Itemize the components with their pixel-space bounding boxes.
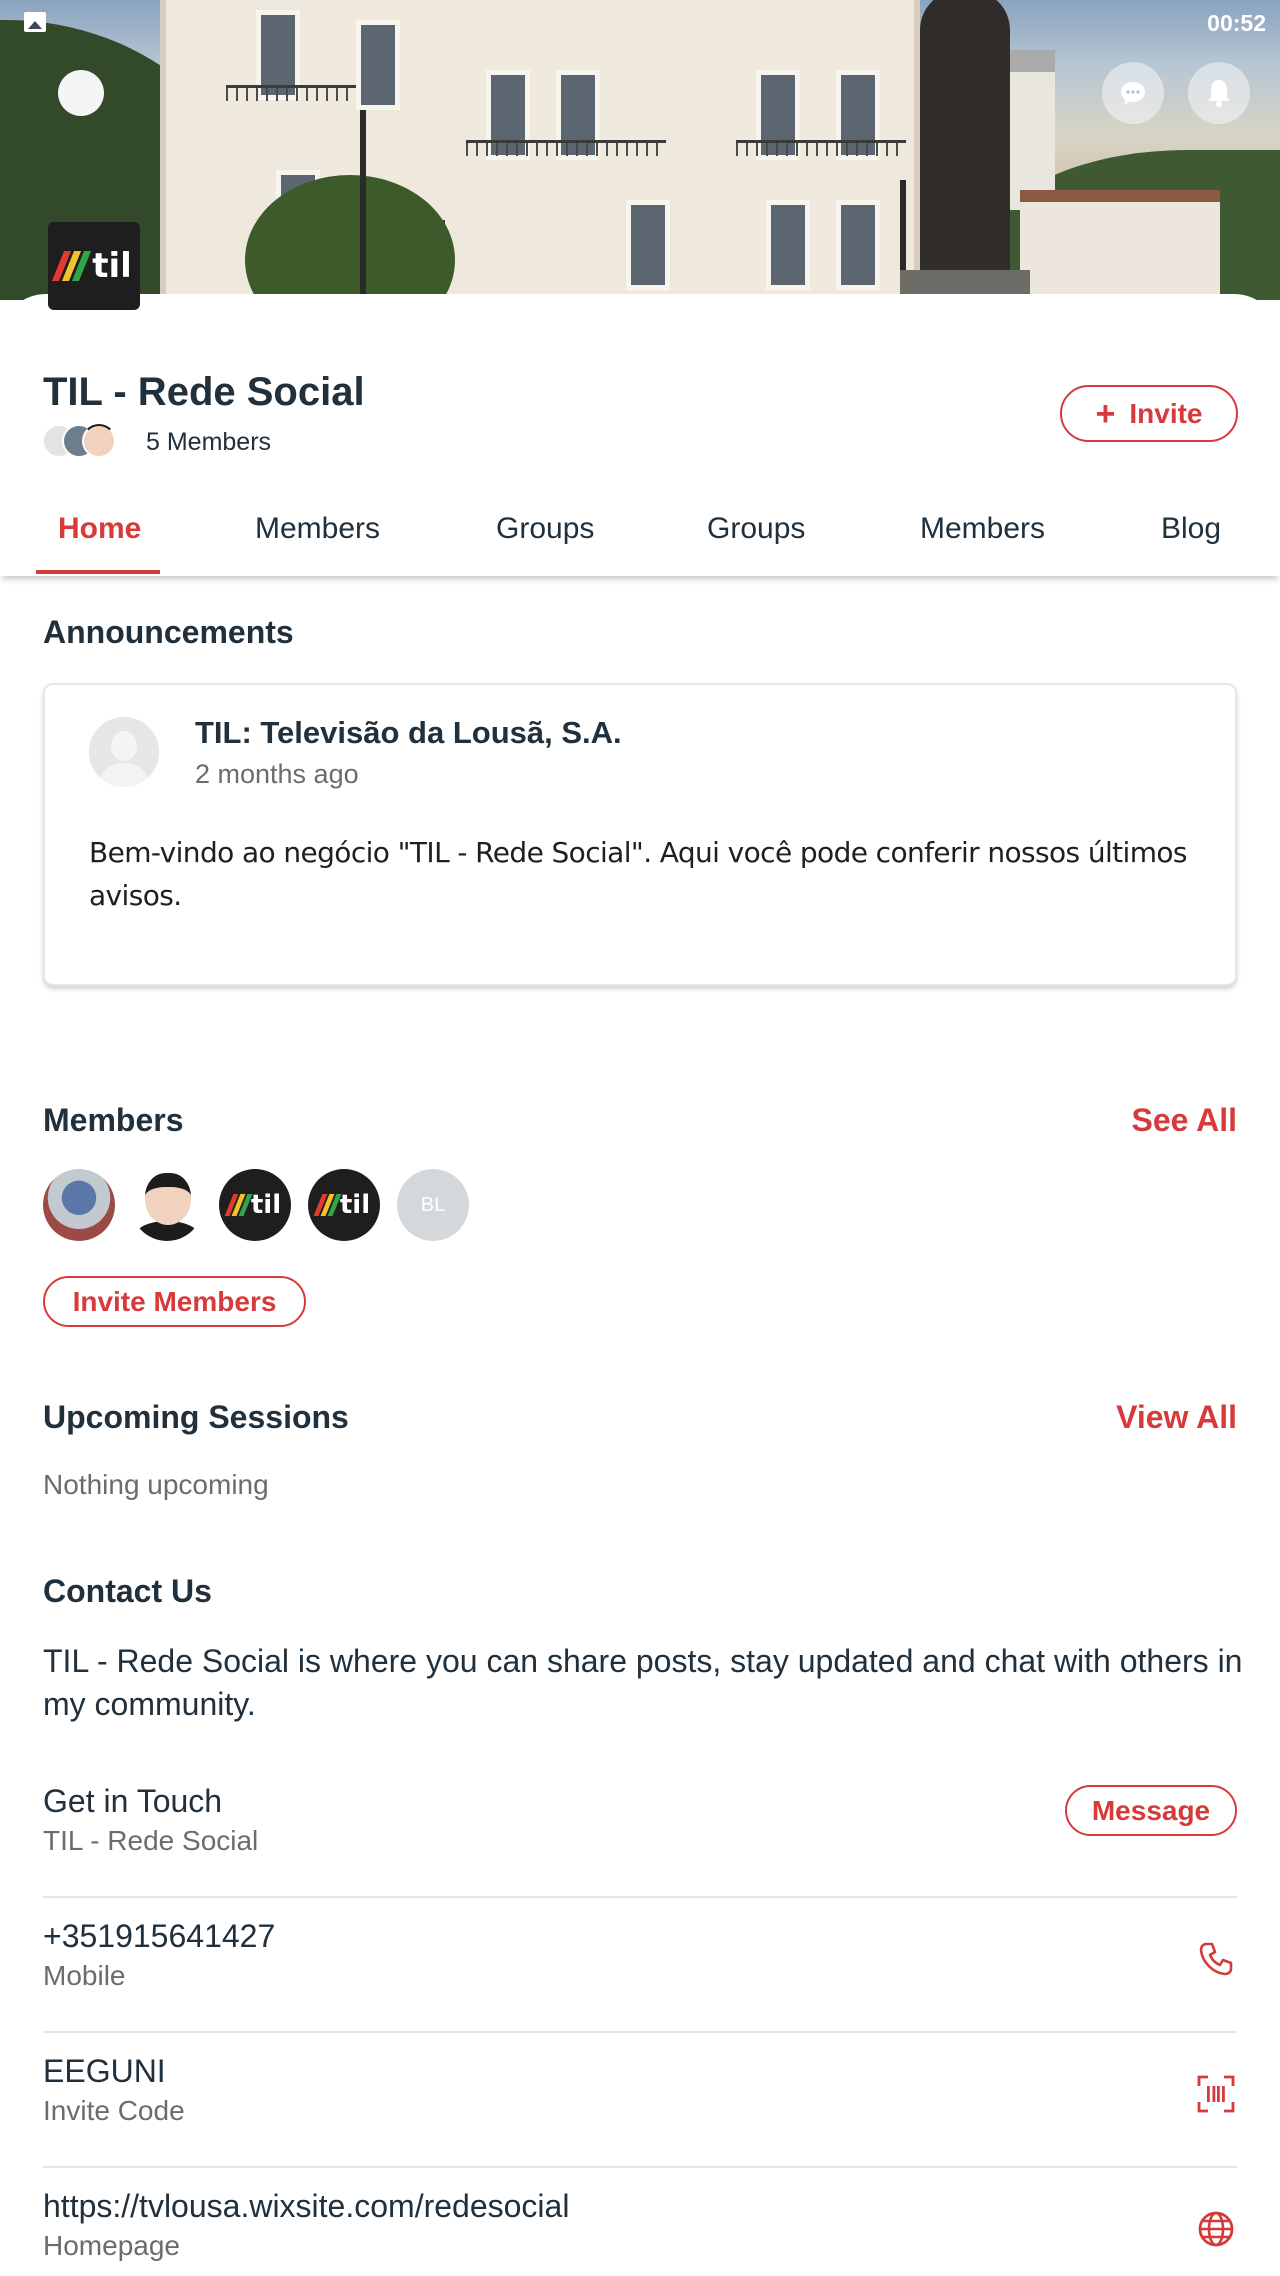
row-title: Get in Touch: [43, 1783, 223, 1819]
plus-icon: +: [1095, 394, 1116, 433]
invite-button[interactable]: + Invite: [1060, 385, 1238, 442]
row-subtitle: Invite Code: [43, 2095, 185, 2126]
cover-image: [0, 0, 1280, 300]
contact-row-homepage[interactable]: https://tvlousa.wixsite.com/redesocial H…: [43, 2168, 1237, 2276]
homepage-url[interactable]: https://tvlousa.wixsite.com/redesocial: [43, 2188, 569, 2225]
contact-row-phone[interactable]: +351915641427 Mobile: [43, 1898, 1237, 2033]
group-logo: til: [48, 222, 140, 310]
member-avatar[interactable]: til: [308, 1169, 380, 1241]
active-tab-indicator: [36, 570, 160, 574]
about-text: TIL - Rede Social is where you can share…: [43, 1643, 1243, 1722]
post-author[interactable]: TIL: Televisão da Lousã, S.A.: [195, 715, 622, 751]
tab-members-2[interactable]: Members: [920, 512, 1045, 546]
row-subtitle: TIL - Rede Social: [43, 1825, 259, 1856]
member-avatar[interactable]: til: [219, 1169, 291, 1241]
logo-bars-icon: [52, 251, 92, 281]
member-avatar-initials[interactable]: BL: [397, 1169, 469, 1241]
members-heading: Members: [43, 1102, 184, 1138]
post-text: Bem-vindo ao negócio "TIL - Rede Social"…: [89, 836, 1188, 912]
globe-icon[interactable]: [1195, 2208, 1237, 2250]
member-avatar[interactable]: [131, 1169, 203, 1241]
group-title: TIL - Rede Social: [43, 370, 365, 414]
notifications-button[interactable]: [1188, 62, 1250, 124]
tab-groups[interactable]: Groups: [496, 512, 594, 546]
phone-icon[interactable]: [1195, 1938, 1237, 1980]
chat-button[interactable]: [1102, 62, 1164, 124]
announcement-card[interactable]: TIL: Televisão da Lousã, S.A. 2 months a…: [43, 683, 1237, 986]
view-all-link[interactable]: View All: [1116, 1399, 1237, 1436]
invite-members-button[interactable]: Invite Members: [43, 1276, 306, 1327]
member-avatars-stack[interactable]: [42, 424, 132, 460]
sessions-empty-text: Nothing upcoming: [43, 1469, 269, 1500]
tab-blog[interactable]: Blog: [1161, 512, 1221, 546]
logo-text: til: [92, 246, 132, 286]
image-notification-icon: [24, 12, 46, 32]
status-time: 00:52: [1207, 10, 1266, 36]
chat-bubble-icon: [1121, 82, 1145, 105]
author-avatar[interactable]: [89, 717, 159, 787]
bell-icon: [1208, 80, 1230, 107]
contact-heading: Contact Us: [43, 1573, 212, 1609]
barcode-scan-icon[interactable]: [1195, 2073, 1237, 2115]
tab-home[interactable]: Home: [58, 512, 141, 546]
tab-groups-2[interactable]: Groups: [707, 512, 805, 546]
avatar: [82, 424, 116, 458]
post-time: 2 months ago: [195, 759, 359, 789]
sessions-heading: Upcoming Sessions: [43, 1399, 349, 1435]
see-all-link[interactable]: See All: [1131, 1102, 1237, 1139]
tab-bar: Home Members Groups Groups Members Blog: [0, 500, 1280, 576]
phone-number[interactable]: +351915641427: [43, 1918, 275, 1955]
invite-label: Invite: [1129, 397, 1203, 429]
back-button[interactable]: [58, 70, 104, 116]
message-button[interactable]: Message: [1065, 1785, 1237, 1836]
contact-row-invite-code[interactable]: EEGUNI Invite Code: [43, 2033, 1237, 2168]
row-subtitle: Mobile: [43, 1960, 126, 1991]
tab-members[interactable]: Members: [255, 512, 380, 546]
announcements-heading: Announcements: [43, 614, 294, 650]
member-avatar[interactable]: [43, 1169, 115, 1241]
row-subtitle: Homepage: [43, 2230, 180, 2261]
contact-row-get-in-touch: Get in Touch TIL - Rede Social Message: [43, 1763, 1237, 1898]
invite-code[interactable]: EEGUNI: [43, 2053, 166, 2090]
members-count[interactable]: 5 Members: [146, 428, 271, 457]
